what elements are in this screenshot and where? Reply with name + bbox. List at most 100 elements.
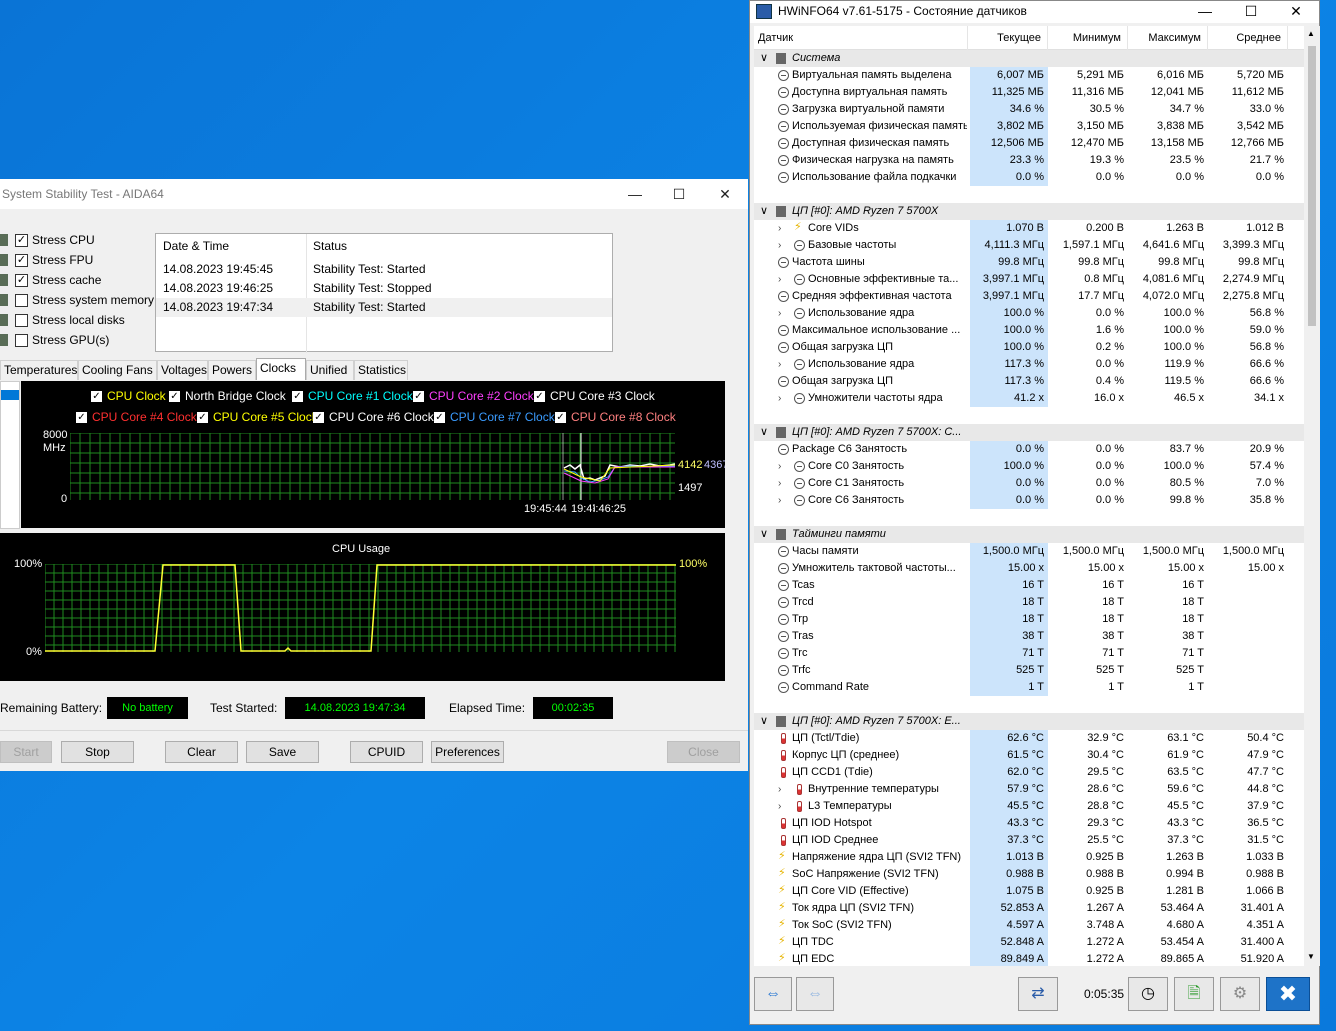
column-sensor[interactable]: Датчик — [754, 26, 968, 50]
vertical-scrollbar[interactable]: ▲ ▼ — [1304, 26, 1320, 966]
sensor-row[interactable]: › L3 Температуры 45.5 °C 28.8 °C 45.5 °C 37.9… — [754, 798, 1304, 815]
expand-icon[interactable]: › — [778, 475, 788, 492]
sensor-row[interactable]: Загрузка виртуальной памяти 34.6 % 30.5 % 3… — [754, 101, 1304, 118]
close-icon[interactable]: ✕ — [1273, 1, 1319, 23]
collapse-icon[interactable]: ∨ — [760, 713, 768, 730]
stop-button[interactable]: Stop — [61, 741, 134, 763]
scrollbar-thumb[interactable] — [1308, 46, 1316, 326]
sensor-row[interactable]: SoC Напряжение (SVI2 TFN) 0.988 В 0.988 В 0… — [754, 866, 1304, 883]
sensor-row[interactable]: Tras 38 T 38 T 38 T — [754, 628, 1304, 645]
sensor-row[interactable]: Физическая нагрузка на память 23.3 % 19.3 … — [754, 152, 1304, 169]
sensor-row[interactable]: Виртуальная память выделена 6,007 МБ 5,291… — [754, 67, 1304, 84]
collapse-icon[interactable]: ∨ — [760, 526, 768, 543]
column-avg[interactable]: Среднее — [1208, 26, 1288, 50]
sensor-row[interactable]: Напряжение ядра ЦП (SVI2 TFN) 1.013 В 0.92… — [754, 849, 1304, 866]
stress-option[interactable]: ✓ Stress CPU — [0, 231, 95, 249]
sensor-row[interactable]: Доступна виртуальная память 11,325 МБ 11,3… — [754, 84, 1304, 101]
sensor-group[interactable]: ∨ ЦП [#0]: AMD Ryzen 7 5700X: E... — [754, 713, 1304, 730]
sensor-row[interactable]: ЦП IOD Hotspot 43.3 °C 29.3 °C 43.3 °C 36.5 … — [754, 815, 1304, 832]
expand-icon[interactable]: › — [778, 390, 788, 407]
sensor-row[interactable]: Trc 71 T 71 T 71 T — [754, 645, 1304, 662]
sensor-row[interactable]: Средняя эффективная частота 3,997.1 МГц 17… — [754, 288, 1304, 305]
sensor-row[interactable]: › Базовые частоты 4,111.3 МГц 1,597.1 МГц 4,… — [754, 237, 1304, 254]
sensor-grid[interactable]: Датчик Текущее Минимум Максимум Среднее … — [754, 26, 1304, 966]
legend-checkbox[interactable]: ✓ — [534, 390, 545, 402]
stability-log[interactable]: Date & Time Status 14.08.2023 19:45:45 St… — [155, 233, 613, 353]
legend-checkbox[interactable]: ✓ — [292, 390, 303, 402]
sensor-row[interactable]: › Core C0 Занятость 100.0 % 0.0 % 100.0 % 57.… — [754, 458, 1304, 475]
clock-legend-item[interactable]: ✓ CPU Core #4 Clock — [76, 410, 197, 424]
tab-powers[interactable]: Powers — [208, 360, 256, 380]
sensor-row[interactable]: Trcd 18 T 18 T 18 T — [754, 594, 1304, 611]
sensor-row[interactable]: Используемая физическая память 3,802 МБ 3,… — [754, 118, 1304, 135]
clock-icon[interactable]: ◷ — [1128, 977, 1168, 1011]
tab-temperatures[interactable]: Temperatures — [0, 360, 78, 380]
tab-statistics[interactable]: Statistics — [354, 360, 408, 380]
clock-legend-item[interactable]: ✓ CPU Core #1 Clock — [292, 389, 413, 403]
sensor-row[interactable]: › Основные эффективные та... 3,997.1 МГц 0.… — [754, 271, 1304, 288]
sensor-row[interactable]: Ток SoC (SVI2 TFN) 4.597 A 3.748 A 4.680 A 4… — [754, 917, 1304, 934]
sensor-row[interactable]: Доступная физическая память 12,506 МБ 12,4… — [754, 135, 1304, 152]
checkbox[interactable]: ✓ — [15, 273, 28, 287]
clock-legend-item[interactable]: ✓ North Bridge Clock — [169, 389, 286, 403]
close-icon[interactable]: ✕ — [702, 179, 748, 209]
sensor-row[interactable]: Корпус ЦП (среднее) 61.5 °C 30.4 °C 61.9 °C… — [754, 747, 1304, 764]
stress-option[interactable]: Stress GPU(s) — [0, 331, 109, 349]
collapse-icon[interactable]: ∨ — [760, 50, 768, 67]
clear-button[interactable]: Clear — [165, 741, 238, 763]
sensor-row[interactable]: Умножитель тактовой частоты... 15.00 x 15.… — [754, 560, 1304, 577]
clock-legend-item[interactable]: ✓ CPU Core #3 Clock — [534, 389, 655, 403]
nav-collapse-icon[interactable]: ⇔ — [796, 977, 834, 1011]
maximize-icon[interactable]: ☐ — [656, 179, 702, 209]
report-icon[interactable]: 🗎 — [1174, 977, 1214, 1011]
sensor-row[interactable]: › Core VIDs 1.070 В 0.200 В 1.263 В 1.012 В — [754, 220, 1304, 237]
expand-icon[interactable]: › — [778, 237, 788, 254]
column-max[interactable]: Максимум — [1128, 26, 1208, 50]
log-row[interactable]: 14.08.2023 19:45:45 Stability Test: Start… — [156, 260, 612, 279]
sensor-row[interactable]: ЦП TDC 52.848 A 1.272 A 53.454 A 31.400 A — [754, 934, 1304, 951]
settings-gear-icon[interactable]: ⚙ — [1220, 977, 1260, 1011]
legend-checkbox[interactable]: ✓ — [313, 411, 324, 423]
legend-checkbox[interactable]: ✓ — [434, 411, 445, 423]
sensor-row[interactable]: › Использование ядра 100.0 % 0.0 % 100.0 % 56… — [754, 305, 1304, 322]
sensor-row[interactable]: ЦП IOD Среднее 37.3 °C 25.5 °C 37.3 °C 31.5 … — [754, 832, 1304, 849]
column-min[interactable]: Минимум — [1048, 26, 1128, 50]
sensor-row[interactable]: ЦП (Tctl/Tdie) 62.6 °C 32.9 °C 63.1 °C 50.4 … — [754, 730, 1304, 747]
sensor-row[interactable]: Использование файла подкачки 0.0 % 0.0 % 0.… — [754, 169, 1304, 186]
sensor-row[interactable]: Command Rate 1 T 1 T 1 T — [754, 679, 1304, 696]
sensor-row[interactable]: Ток ядра ЦП (SVI2 TFN) 52.853 A 1.267 A 53.… — [754, 900, 1304, 917]
start-button[interactable]: Start — [0, 741, 52, 763]
checkbox[interactable]: ✓ — [15, 253, 28, 267]
sensor-row[interactable]: › Умножители частоты ядра 41.2 x 16.0 x 46.5… — [754, 390, 1304, 407]
sensor-row[interactable]: ЦП Core VID (Effective) 1.075 В 0.925 В 1.2… — [754, 883, 1304, 900]
log-row[interactable]: 14.08.2023 19:47:34 Stability Test: Start… — [156, 298, 612, 317]
expand-icon[interactable]: › — [778, 271, 788, 288]
network-icon[interactable]: ⇄ — [1018, 977, 1058, 1011]
minimize-icon[interactable]: — — [1182, 1, 1228, 23]
log-row[interactable]: 14.08.2023 19:46:25 Stability Test: Stopp… — [156, 279, 612, 298]
stress-option[interactable]: Stress local disks — [0, 311, 125, 329]
expand-icon[interactable]: › — [778, 458, 788, 475]
clock-legend-item[interactable]: ✓ CPU Core #5 Clock — [197, 410, 318, 424]
sensor-row[interactable]: › Использование ядра 117.3 % 0.0 % 119.9 % 66… — [754, 356, 1304, 373]
legend-checkbox[interactable]: ✓ — [413, 390, 424, 402]
clock-legend-item[interactable]: ✓ CPU Core #8 Clock — [555, 410, 676, 424]
tab-voltages[interactable]: Voltages — [157, 360, 208, 380]
log-header-date[interactable]: Date & Time — [163, 234, 229, 258]
sensor-row[interactable]: Package C6 Занятость 0.0 % 0.0 % 83.7 % 20.9… — [754, 441, 1304, 458]
sensor-group[interactable]: ∨ Система — [754, 50, 1304, 67]
clock-legend-item[interactable]: ✓ CPU Core #6 Clock — [313, 410, 434, 424]
expand-icon[interactable]: › — [778, 305, 788, 322]
sensor-row[interactable]: › Core C1 Занятость 0.0 % 0.0 % 80.5 % 7.0 % — [754, 475, 1304, 492]
checkbox[interactable] — [15, 333, 28, 347]
cpuid-button[interactable]: CPUID — [350, 741, 423, 763]
tab-clocks[interactable]: Clocks — [256, 358, 306, 380]
close-button[interactable]: Close — [667, 741, 740, 763]
expand-icon[interactable]: › — [778, 356, 788, 373]
legend-checkbox[interactable]: ✓ — [76, 411, 87, 423]
maximize-icon[interactable]: ☐ — [1228, 1, 1274, 23]
sensor-row[interactable]: Максимальное использование ... 100.0 % 1.6… — [754, 322, 1304, 339]
sensor-row[interactable]: Общая загрузка ЦП 100.0 % 0.2 % 100.0 % 56.8… — [754, 339, 1304, 356]
collapse-icon[interactable]: ∨ — [760, 203, 768, 220]
checkbox[interactable] — [15, 293, 28, 307]
